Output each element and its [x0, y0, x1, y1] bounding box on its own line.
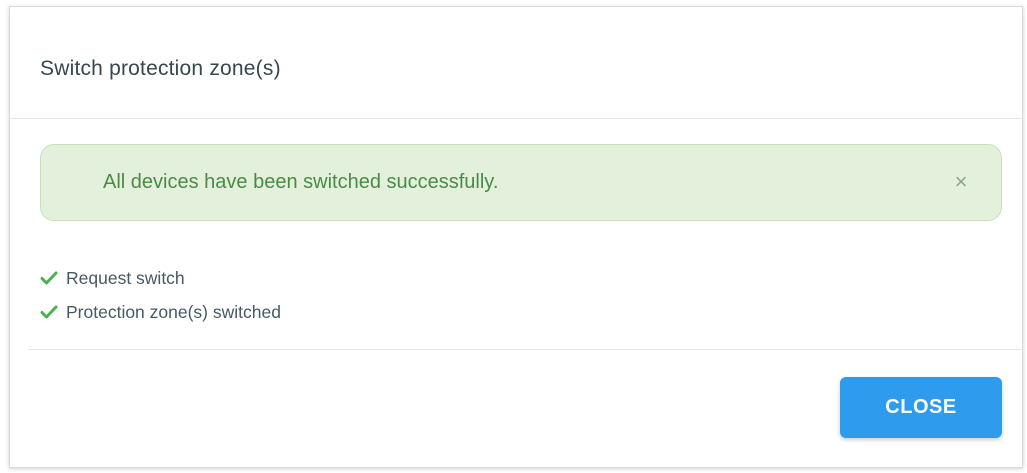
check-icon [40, 303, 58, 321]
dialog-header: Switch protection zone(s) [10, 7, 1022, 119]
close-button[interactable]: CLOSE [840, 377, 1002, 438]
alert-close-icon[interactable]: × [951, 170, 971, 194]
dialog-title: Switch protection zone(s) [40, 57, 281, 80]
footer-divider [28, 349, 1022, 350]
success-alert: All devices have been switched successfu… [40, 144, 1002, 221]
step-label: Request switch [66, 267, 185, 288]
switch-zones-dialog: Switch protection zone(s) All devices ha… [9, 6, 1023, 468]
step-label: Protection zone(s) switched [66, 301, 281, 322]
step-item: Protection zone(s) switched [40, 295, 281, 329]
alert-message: All devices have been switched successfu… [103, 171, 499, 193]
step-list: Request switch Protection zone(s) switch… [40, 261, 281, 329]
check-icon [40, 269, 58, 287]
step-item: Request switch [40, 261, 281, 295]
